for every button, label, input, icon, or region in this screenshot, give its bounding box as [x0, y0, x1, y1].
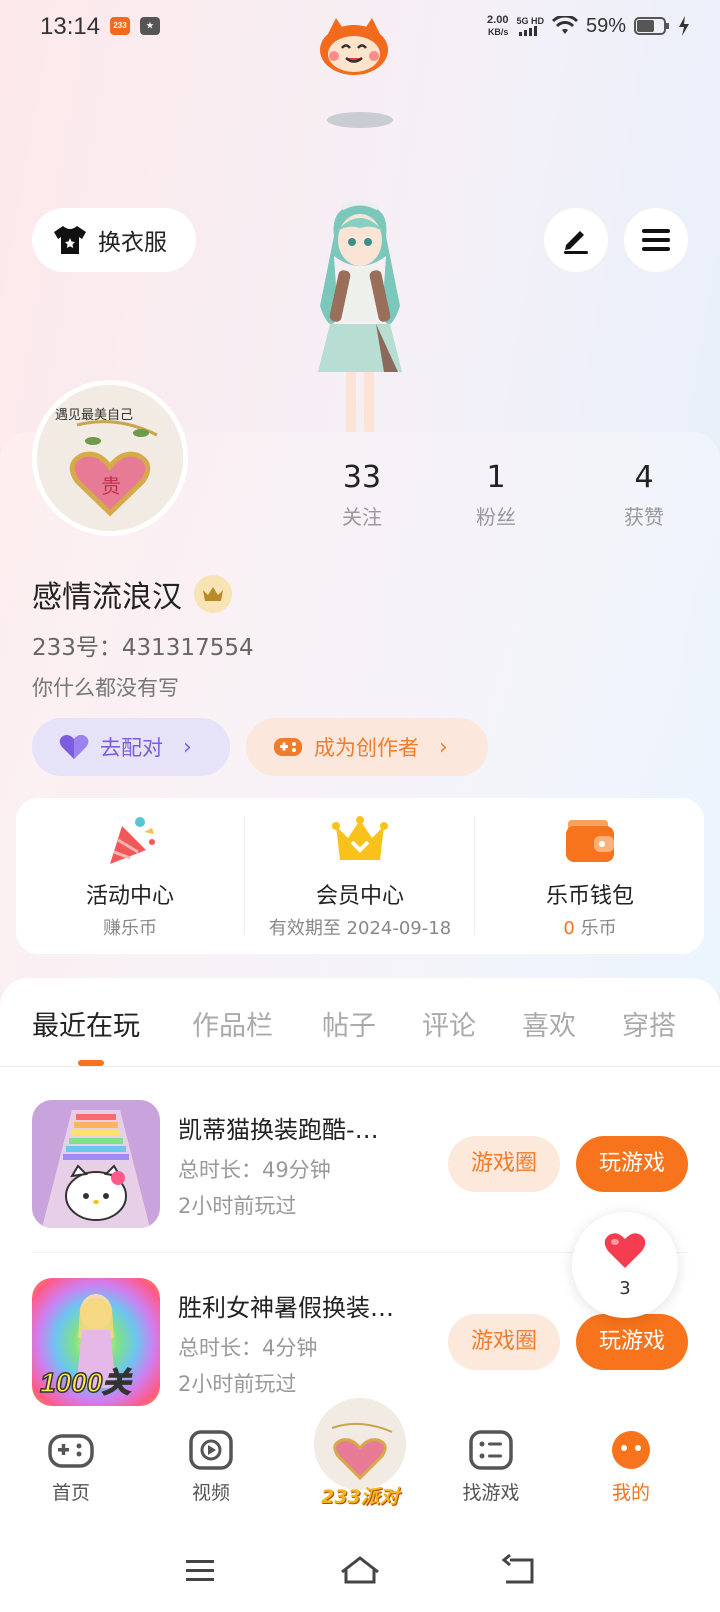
charging-icon [679, 16, 689, 36]
party-label: 233派对 [321, 1486, 399, 1508]
hamburger-icon [642, 229, 670, 251]
match-button[interactable]: 去配对 › [32, 718, 230, 776]
mascot-shadow [327, 112, 393, 128]
gamepad-icon [48, 1434, 94, 1468]
party-button[interactable] [314, 1398, 406, 1490]
game-circle-button[interactable]: 游戏圈 [448, 1136, 560, 1192]
stat-following[interactable]: 33 关注 [312, 460, 412, 530]
play-icon [189, 1430, 233, 1470]
game-circle-button[interactable]: 游戏圈 [448, 1314, 560, 1370]
tab-outfits[interactable]: 穿搭 [622, 1004, 676, 1043]
home-icon[interactable] [330, 1550, 390, 1590]
user-name-row: 感情流浪汉 [32, 572, 232, 616]
tab-recently-played[interactable]: 最近在玩 [32, 1004, 140, 1043]
become-creator-button[interactable]: 成为创作者 › [246, 718, 488, 776]
back-icon[interactable] [490, 1550, 550, 1590]
nav-video[interactable]: 视频 [156, 1430, 266, 1505]
recent-apps-icon[interactable] [170, 1550, 230, 1590]
tab-bar: 最近在玩 作品栏 帖子 评论 喜欢 穿搭 [0, 978, 720, 1066]
game-thumbnail[interactable] [32, 1100, 160, 1228]
heart-icon [604, 1233, 646, 1268]
tab-works[interactable]: 作品栏 [192, 1004, 273, 1043]
play-game-button[interactable]: 玩游戏 [576, 1136, 688, 1192]
gamepad-icon [274, 738, 302, 756]
net-speed: 2.00 KB/s [487, 14, 509, 37]
star-notification-icon: ★ [140, 17, 160, 35]
tab-comments[interactable]: 评论 [422, 1004, 476, 1043]
wallet-icon [566, 820, 614, 862]
status-right: 2.00 KB/s 5G HD 59% [487, 14, 690, 38]
user-avatar[interactable]: 遇见最美自己 贵 [32, 380, 188, 536]
edit-button[interactable] [544, 208, 608, 272]
pen-icon [564, 231, 588, 254]
nav-find-games[interactable]: 找游戏 [436, 1430, 546, 1505]
avatar-image: 遇见最美自己 贵 [37, 385, 183, 531]
divider [474, 816, 475, 934]
crown-icon [332, 816, 388, 860]
tabs-divider [0, 1066, 720, 1067]
quick-links-card: 活动中心 赚乐币 会员中心 有效期至 2024-09-18 乐币钱包 0 乐币 [16, 798, 704, 954]
nav-me[interactable]: 我的 [576, 1430, 686, 1505]
wifi-icon [551, 16, 578, 34]
nav-home[interactable]: 首页 [16, 1430, 126, 1505]
list-icon [469, 1430, 513, 1470]
chevron-right-icon: › [183, 734, 192, 760]
like-count: 3 [619, 1278, 631, 1299]
game-last-played: 2小时前玩过 [178, 1372, 297, 1396]
match-label: 去配对 [100, 736, 163, 760]
activity-center[interactable]: 活动中心 赚乐币 [16, 798, 244, 954]
chevron-right-icon: › [439, 734, 448, 760]
game-duration: 总时长：4分钟 [178, 1336, 318, 1360]
shirt-icon [54, 226, 86, 254]
change-outfit-label: 换衣服 [98, 230, 167, 256]
play-game-button[interactable]: 玩游戏 [576, 1314, 688, 1370]
battery-percent: 59% [585, 14, 626, 37]
user-name: 感情流浪汉 [32, 580, 182, 615]
vip-crown-icon[interactable] [194, 575, 232, 613]
party-popper-icon [110, 817, 155, 864]
game-title: 胜利女神暑假换装… [178, 1294, 394, 1322]
coin-balance: 0 [563, 918, 575, 939]
heart-icon [59, 735, 89, 759]
change-outfit-button[interactable]: 换衣服 [32, 208, 196, 272]
game-last-played: 2小时前玩过 [178, 1194, 297, 1218]
profile-face-icon [612, 1431, 650, 1469]
avatar-3d-figure[interactable] [290, 196, 430, 432]
status-time: 13:14 [40, 13, 101, 40]
game-duration: 总时长：49分钟 [178, 1158, 331, 1182]
menu-button[interactable] [624, 208, 688, 272]
tab-posts[interactable]: 帖子 [322, 1004, 376, 1043]
game-thumb-text: 1000关 [40, 1367, 132, 1398]
mascot-icon[interactable] [318, 16, 390, 76]
member-center[interactable]: 会员中心 有效期至 2024-09-18 [246, 798, 474, 954]
divider [244, 816, 245, 934]
signal-icon: 5G HD [516, 16, 544, 36]
game-thumbnail[interactable]: 1000关 [32, 1278, 160, 1406]
avatar-heart-char: 贵 [101, 474, 121, 498]
game-item[interactable]: 凯蒂猫换装跑酷-… 总时长：49分钟 2小时前玩过 游戏圈 玩游戏 [32, 1100, 688, 1230]
game-title: 凯蒂猫换装跑酷-… [178, 1116, 379, 1144]
user-bio: 你什么都没有写 [32, 676, 179, 700]
tab-likes[interactable]: 喜欢 [522, 1004, 576, 1043]
user-id: 233号：431317554 [32, 635, 254, 661]
stat-fans[interactable]: 1 粉丝 [446, 460, 546, 530]
battery-icon [634, 17, 669, 35]
become-creator-label: 成为创作者 [314, 736, 419, 760]
floating-like-button[interactable]: 3 [572, 1212, 678, 1318]
app-notification-icon: 233 [110, 17, 130, 35]
coin-wallet[interactable]: 乐币钱包 0 乐币 [476, 798, 704, 954]
stat-likes[interactable]: 4 获赞 [594, 460, 694, 530]
